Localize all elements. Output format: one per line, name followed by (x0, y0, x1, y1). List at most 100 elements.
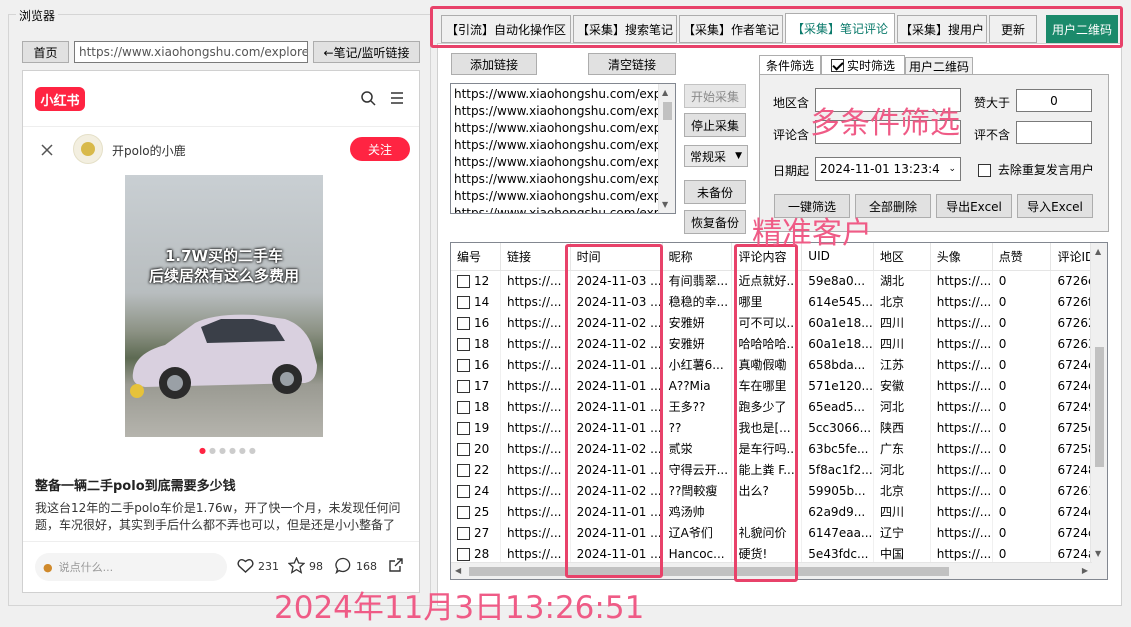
column-header[interactable]: 地区 (873, 243, 931, 271)
note-link-button[interactable]: ←笔记/监听链接 (313, 41, 420, 63)
table-cell[interactable]: 22 (451, 459, 501, 480)
date-from-picker[interactable]: 2024-11-01 13:23:4 ⌄ (815, 157, 961, 181)
clear-links-button[interactable]: 清空链接 (588, 53, 676, 75)
tab-auto-ops[interactable]: 【引流】自动化操作区 (441, 15, 571, 43)
column-header[interactable]: 时间 (570, 243, 663, 271)
share-icon[interactable] (388, 557, 404, 573)
row-checkbox[interactable] (457, 463, 470, 477)
avatar[interactable] (73, 134, 103, 164)
row-checkbox[interactable] (457, 442, 470, 456)
realtime-checkbox[interactable] (830, 59, 844, 72)
start-collect-button[interactable]: 开始采集 (684, 84, 746, 108)
mode-select[interactable]: 常规采 ▼ (684, 145, 748, 167)
table-cell[interactable]: 25 (451, 501, 501, 522)
menu-icon[interactable] (390, 91, 404, 105)
row-checkbox[interactable] (457, 547, 470, 561)
table-row[interactable]: 17 https://... 2024-11-01 ... A??Mia 车在哪里 571… (451, 375, 1107, 396)
table-row[interactable]: 16 https://... 2024-11-02 ... 安雅妍 可不可以... 60a… (451, 312, 1107, 333)
table-vertical-scrollbar[interactable]: ▲ ▼ (1090, 243, 1107, 579)
table-row[interactable]: 25 https://... 2024-11-01 ... 鸡汤帅 62a9d9... 四… (451, 501, 1107, 522)
home-button[interactable]: 首页 (22, 41, 69, 63)
url-field[interactable]: https://www.xiaohongshu.com/explore/6 (74, 41, 308, 63)
add-link-button[interactable]: 添加链接 (451, 53, 537, 75)
author-name[interactable]: 开polo的小鹿 (112, 142, 186, 159)
follow-button[interactable]: 关注 (350, 137, 410, 161)
link-list-scrollbar[interactable]: ▲ ▼ (658, 84, 675, 213)
dedupe-checkbox[interactable] (978, 164, 991, 177)
close-icon[interactable] (41, 144, 53, 156)
comment-excludes-field[interactable] (1016, 121, 1092, 144)
column-header[interactable]: 链接 (500, 243, 571, 271)
stop-collect-button[interactable]: 停止采集 (684, 113, 746, 137)
table-cell[interactable]: 18 (451, 333, 501, 354)
table-cell[interactable]: 16 (451, 312, 501, 333)
dedupe-option[interactable]: 去除重复发言用户 (978, 161, 1094, 178)
tab-search-notes[interactable]: 【采集】搜索笔记 (573, 15, 677, 43)
row-checkbox[interactable] (457, 421, 470, 435)
filter-subtab-conditions[interactable]: 条件筛选 (759, 55, 821, 75)
import-excel-button[interactable]: 导入Excel (1017, 194, 1093, 218)
search-icon[interactable] (360, 90, 376, 106)
link-list[interactable]: https://www.xiaohongshu.com/exp https://w… (450, 83, 676, 214)
table-cell[interactable]: 16 (451, 354, 501, 375)
table-row[interactable]: 28 https://... 2024-11-01 ... Hancoc... 硬货! 5… (451, 543, 1107, 564)
table-cell[interactable]: 28 (451, 543, 501, 564)
column-header[interactable]: 点赞 (992, 243, 1052, 271)
table-row[interactable]: 18 https://... 2024-11-02 ... 安雅妍 哈哈哈哈... 60a… (451, 333, 1107, 354)
link-list-item[interactable]: https://www.xiaohongshu.com/exp (454, 120, 661, 137)
filter-subtab-realtime[interactable]: 实时筛选 (821, 55, 905, 75)
column-header[interactable]: 昵称 (662, 243, 733, 271)
table-row[interactable]: 22 https://... 2024-11-01 ... 守得云开... 能上粪 F.… (451, 459, 1107, 480)
table-row[interactable]: 14 https://... 2024-11-03 ... 稳稳的幸... 哪里 614e… (451, 291, 1107, 312)
filter-subtab-qrcode[interactable]: 用户二维码 (905, 57, 973, 75)
restore-backup-button[interactable]: 恢复备份 (684, 210, 746, 234)
row-checkbox[interactable] (457, 274, 470, 288)
row-checkbox[interactable] (457, 400, 470, 414)
xhs-logo[interactable]: 小红书 (35, 87, 85, 111)
table-row[interactable]: 24 https://... 2024-11-02 ... ??閆較瘦 出么? 59905… (451, 480, 1107, 501)
table-cell[interactable]: 19 (451, 417, 501, 438)
row-checkbox[interactable] (457, 379, 470, 393)
table-cell[interactable]: 24 (451, 480, 501, 501)
link-list-item[interactable]: https://www.xiaohongshu.com/exp (454, 86, 661, 103)
row-checkbox[interactable] (457, 295, 470, 309)
table-cell[interactable]: 27 (451, 522, 501, 543)
export-excel-button[interactable]: 导出Excel (936, 194, 1012, 218)
row-checkbox[interactable] (457, 526, 470, 540)
tab-update[interactable]: 更新 (989, 15, 1037, 43)
link-list-item[interactable]: https://www.xiaohongshu.com/exp (454, 188, 661, 205)
tab-author-notes[interactable]: 【采集】作者笔记 (679, 15, 783, 43)
link-list-item[interactable]: https://www.xiaohongshu.com/exp (454, 171, 661, 188)
row-checkbox[interactable] (457, 484, 470, 498)
table-cell[interactable]: 20 (451, 438, 501, 459)
table-row[interactable]: 12 https://... 2024-11-03 ... 有间翡翠... 近点就好..… (451, 270, 1107, 291)
link-list-item[interactable]: https://www.xiaohongshu.com/exp (454, 137, 661, 154)
tab-note-comments[interactable]: 【采集】笔记评论 (785, 13, 895, 44)
comments-table[interactable]: 编号 链接 时间 昵称 评论内容 UID 地区 头像 点赞 评论ID 12 https://... 2… (450, 242, 1108, 580)
row-checkbox[interactable] (457, 505, 470, 519)
row-checkbox[interactable] (457, 358, 470, 372)
link-list-item[interactable]: https://www.xiaohongshu.com/exp (454, 154, 661, 171)
table-row[interactable]: 19 https://... 2024-11-01 ...?? 我也是[... 5cc3… (451, 417, 1107, 438)
table-row[interactable]: 20 https://... 2024-11-02 ... 贰泶 是车行吗... 63bc… (451, 438, 1107, 459)
comment-icon[interactable] (335, 557, 352, 574)
row-checkbox[interactable] (457, 337, 470, 351)
likes-gt-field[interactable]: 0 (1016, 89, 1092, 112)
link-list-item[interactable]: https://www.xiaohongshu.com/exp (454, 103, 661, 120)
tab-search-users[interactable]: 【采集】搜用户 (897, 15, 987, 43)
tab-user-qrcode[interactable]: 用户二维码 (1046, 15, 1118, 43)
table-horizontal-scrollbar[interactable]: ◀ ▶ (451, 562, 1092, 579)
star-icon[interactable] (288, 557, 305, 574)
table-cell[interactable]: 12 (451, 270, 501, 291)
column-header[interactable]: 编号 (451, 243, 501, 271)
post-image[interactable]: 1.7W买的二手车 后续居然有这么多费用 (125, 175, 323, 437)
table-row[interactable]: 16 https://... 2024-11-01 ... 小红薯6... 真嘞假嘞 65… (451, 354, 1107, 375)
heart-icon[interactable] (237, 558, 254, 574)
comment-input[interactable]: ● 说点什么... (35, 553, 227, 581)
column-header[interactable]: 头像 (930, 243, 993, 271)
row-checkbox[interactable] (457, 316, 470, 330)
image-pager-dots[interactable]: ●●●●●● (199, 446, 259, 455)
table-cell[interactable]: 18 (451, 396, 501, 417)
backup-button[interactable]: 未备份 (684, 180, 746, 204)
table-row[interactable]: 27 https://... 2024-11-01 ... 辽A爷们 礼貌问价 6147e… (451, 522, 1107, 543)
